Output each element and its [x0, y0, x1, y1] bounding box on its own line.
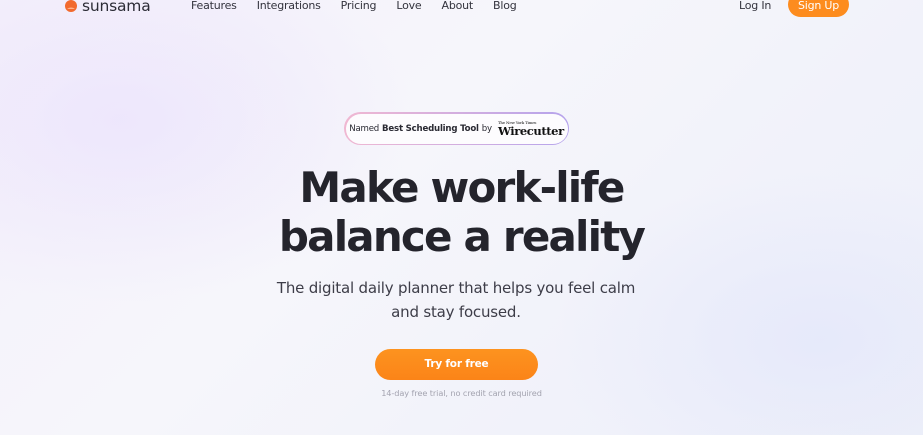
wirecutter-wordmark: Wirecutter — [497, 124, 564, 138]
brand-name: sunsama — [82, 0, 151, 15]
nav-link-about[interactable]: About — [442, 0, 474, 13]
award-highlight: Best Scheduling Tool — [382, 123, 479, 134]
try-for-free-button[interactable]: Try for free — [375, 349, 538, 380]
nav-link-integrations[interactable]: Integrations — [257, 0, 321, 13]
hero-subtitle: The digital daily planner that helps you… — [276, 279, 636, 321]
sunsama-logo-icon — [65, 0, 77, 12]
login-link[interactable]: Log In — [739, 0, 771, 13]
top-navigation: sunsama Features Integrations Pricing Lo… — [0, 0, 923, 17]
hero-title-line-2: balance a reality — [278, 212, 646, 261]
nav-link-love[interactable]: Love — [396, 0, 421, 13]
nav-link-features[interactable]: Features — [191, 0, 237, 13]
brand-logo[interactable]: sunsama — [64, 0, 151, 16]
award-badge[interactable]: Named Best Scheduling Tool by The New Yo… — [344, 112, 569, 145]
award-badge-content: Named Best Scheduling Tool by The New Yo… — [345, 113, 568, 144]
wirecutter-logo: The New York Times Wirecutter — [498, 120, 564, 137]
nav-link-blog[interactable]: Blog — [493, 0, 517, 13]
trial-note: 14-day free trial, no credit card requir… — [381, 388, 542, 398]
signup-button[interactable]: Sign Up — [788, 0, 849, 17]
hero-title: Make work-life balance a reality — [0, 163, 923, 261]
nav-link-pricing[interactable]: Pricing — [341, 0, 377, 13]
hero-title-line-1: Make work-life — [299, 163, 625, 212]
award-by: by — [481, 123, 492, 134]
award-prefix: Named — [349, 123, 380, 134]
nav-links: Features Integrations Pricing Love About… — [191, 0, 537, 13]
